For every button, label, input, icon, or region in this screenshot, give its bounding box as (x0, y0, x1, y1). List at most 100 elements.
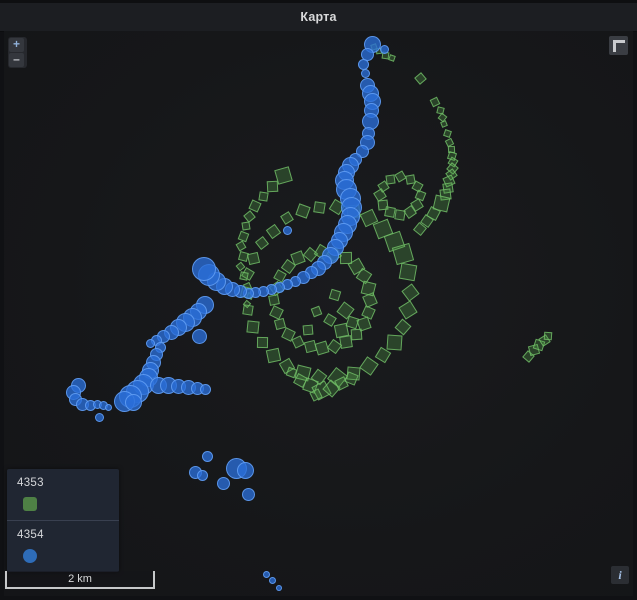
marker-4353[interactable] (394, 170, 406, 182)
marker-4354[interactable] (338, 164, 355, 181)
marker-4353[interactable] (528, 344, 540, 356)
marker-4353[interactable] (280, 258, 295, 273)
marker-4354[interactable] (305, 266, 318, 279)
marker-4354[interactable] (362, 85, 379, 102)
marker-4353[interactable] (242, 304, 253, 315)
marker-4353[interactable] (373, 219, 394, 240)
marker-4354[interactable] (202, 451, 213, 462)
marker-4354[interactable] (192, 329, 207, 344)
marker-4353[interactable] (279, 358, 295, 374)
marker-4353[interactable] (360, 209, 379, 228)
marker-4354[interactable] (200, 384, 211, 395)
marker-4353[interactable] (378, 200, 389, 211)
marker-4353[interactable] (346, 204, 360, 218)
marker-4354[interactable] (361, 48, 374, 61)
marker-4353[interactable] (345, 315, 359, 329)
marker-4353[interactable] (310, 305, 322, 317)
marker-4353[interactable] (346, 366, 360, 380)
marker-4353[interactable] (315, 341, 330, 356)
marker-4353[interactable] (336, 301, 354, 319)
marker-4353[interactable] (339, 335, 353, 349)
marker-4354[interactable] (237, 462, 254, 479)
marker-4353[interactable] (395, 319, 412, 336)
marker-4353[interactable] (340, 252, 352, 264)
marker-4353[interactable] (350, 328, 362, 340)
marker-4354[interactable] (183, 308, 202, 327)
marker-4353[interactable] (399, 263, 418, 282)
marker-4354[interactable] (317, 255, 332, 270)
marker-4353[interactable] (311, 369, 328, 386)
marker-4353[interactable] (248, 199, 261, 212)
marker-4354[interactable] (336, 179, 357, 200)
marker-4353[interactable] (326, 366, 347, 387)
marker-4354[interactable] (164, 325, 179, 340)
marker-4354[interactable] (311, 261, 326, 276)
marker-4354[interactable] (276, 585, 282, 591)
attribution-button[interactable]: i (611, 566, 629, 584)
marker-4353[interactable] (398, 300, 417, 319)
marker-4354[interactable] (243, 288, 254, 299)
marker-4354[interactable] (242, 488, 255, 501)
marker-4354[interactable] (139, 368, 158, 387)
marker-4353[interactable] (241, 267, 255, 281)
marker-4353[interactable] (394, 209, 405, 220)
marker-4354[interactable] (155, 342, 166, 353)
marker-4353[interactable] (237, 230, 249, 242)
marker-4353[interactable] (533, 339, 546, 352)
marker-4353[interactable] (373, 188, 387, 202)
marker-4354[interactable] (341, 197, 362, 218)
marker-4354[interactable] (191, 382, 204, 395)
marker-4354[interactable] (171, 379, 186, 394)
marker-4354[interactable] (133, 374, 154, 395)
marker-4353[interactable] (440, 120, 448, 128)
marker-4353[interactable] (392, 243, 414, 265)
marker-4354[interactable] (266, 284, 277, 295)
marker-4353[interactable] (447, 156, 458, 167)
marker-4353[interactable] (243, 300, 251, 308)
marker-4353[interactable] (356, 316, 371, 331)
marker-4354[interactable] (356, 145, 369, 158)
marker-4353[interactable] (266, 180, 278, 192)
zoom-in-button[interactable]: + (9, 38, 24, 52)
marker-4353[interactable] (239, 271, 248, 280)
marker-4353[interactable] (236, 241, 247, 252)
marker-4354[interactable] (85, 400, 96, 411)
marker-4354[interactable] (290, 276, 301, 287)
marker-4353[interactable] (291, 335, 304, 348)
marker-4354[interactable] (181, 380, 196, 395)
marker-4354[interactable] (226, 458, 247, 479)
marker-4354[interactable] (95, 413, 104, 422)
marker-4353[interactable] (274, 166, 293, 185)
marker-4354[interactable] (269, 577, 276, 584)
marker-4353[interactable] (295, 203, 310, 218)
marker-4354[interactable] (364, 36, 381, 53)
marker-4354[interactable] (327, 239, 344, 256)
marker-4354[interactable] (234, 285, 247, 298)
marker-4353[interactable] (383, 230, 405, 252)
marker-4353[interactable] (302, 377, 319, 394)
marker-4353[interactable] (432, 194, 450, 212)
marker-4353[interactable] (538, 334, 550, 346)
marker-4354[interactable] (150, 348, 163, 361)
marker-4353[interactable] (356, 268, 373, 285)
marker-4353[interactable] (329, 289, 341, 301)
marker-4354[interactable] (125, 394, 142, 411)
marker-4354[interactable] (360, 78, 375, 93)
marker-4354[interactable] (190, 303, 207, 320)
marker-4353[interactable] (258, 191, 268, 201)
marker-4354[interactable] (297, 271, 310, 284)
marker-4353[interactable] (384, 206, 396, 218)
marker-4353[interactable] (376, 48, 383, 55)
marker-4354[interactable] (331, 232, 348, 249)
marker-4354[interactable] (146, 355, 161, 370)
marker-4353[interactable] (445, 168, 458, 181)
marker-4354[interactable] (250, 287, 261, 298)
marker-4353[interactable] (274, 318, 286, 330)
marker-4354[interactable] (334, 223, 353, 242)
marker-4354[interactable] (157, 330, 170, 343)
marker-4354[interactable] (338, 215, 357, 234)
marker-4354[interactable] (258, 286, 269, 297)
marker-4354[interactable] (119, 385, 142, 408)
marker-4353[interactable] (255, 236, 269, 250)
marker-4354[interactable] (76, 398, 89, 411)
